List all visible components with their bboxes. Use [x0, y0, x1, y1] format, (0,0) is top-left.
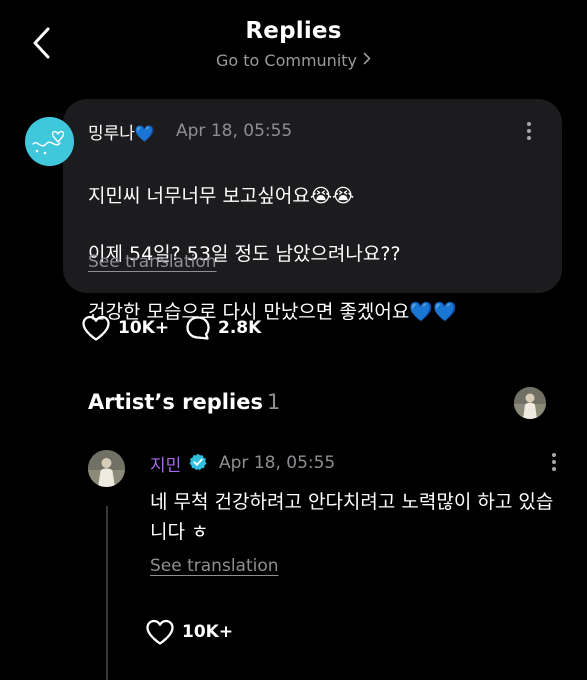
reply-body: 네 무척 건강하려고 안다치려고 노력많이 하고 있습니다 ㅎ: [150, 491, 554, 543]
page-title: Replies: [245, 18, 342, 44]
blue-heart-emoji: 💙: [134, 124, 155, 143]
avatar-image: [25, 117, 74, 166]
heart-outline-icon: [146, 619, 174, 645]
comment-bubble-icon: [186, 316, 210, 340]
post-see-translation-link[interactable]: See translation: [88, 252, 217, 272]
heart-outline-icon: [82, 315, 110, 341]
artist-replies-heading: Artist’s replies 1: [88, 390, 280, 414]
post-body-line: 지민씨 너무너무 보고싶어요😭😭: [88, 185, 355, 207]
more-vertical-icon: [552, 453, 556, 457]
artist-avatar[interactable]: [88, 450, 125, 487]
community-link-label: Go to Community: [215, 51, 358, 70]
post-author[interactable]: 밍루나💙: [88, 119, 155, 144]
header-bar: Replies Go to Community: [0, 0, 587, 80]
artist-replies-title: Artist’s replies: [88, 390, 263, 414]
avatar[interactable]: [25, 117, 74, 166]
reply-more-button[interactable]: [549, 453, 559, 475]
more-vertical-icon: [527, 122, 531, 126]
reply-see-translation-link[interactable]: See translation: [150, 556, 279, 576]
artist-replies-count: 1: [266, 390, 281, 414]
reply-like-button[interactable]: 10K+: [145, 618, 233, 646]
verified-check-icon: [189, 453, 207, 471]
post-like-button[interactable]: 10K+: [81, 314, 169, 342]
go-to-community-link[interactable]: Go to Community: [0, 51, 587, 71]
post-more-button[interactable]: [524, 122, 534, 144]
reply-author-name[interactable]: 지민: [150, 451, 181, 476]
post-comment-count: 2.8K: [218, 318, 262, 338]
avatar-image: [514, 387, 546, 419]
reply-like-count: 10K+: [182, 622, 234, 642]
post-timestamp: Apr 18, 05:55: [176, 121, 293, 141]
chevron-right-icon: [363, 50, 371, 69]
reply-timestamp: Apr 18, 05:55: [219, 453, 336, 473]
post-comment-button[interactable]: 2.8K: [185, 314, 261, 342]
post-author-name: 밍루나: [88, 124, 135, 144]
avatar-image: [88, 450, 125, 487]
post-like-count: 10K+: [118, 318, 170, 338]
artist-avatar-small[interactable]: [514, 387, 546, 419]
thread-line: [106, 506, 108, 680]
